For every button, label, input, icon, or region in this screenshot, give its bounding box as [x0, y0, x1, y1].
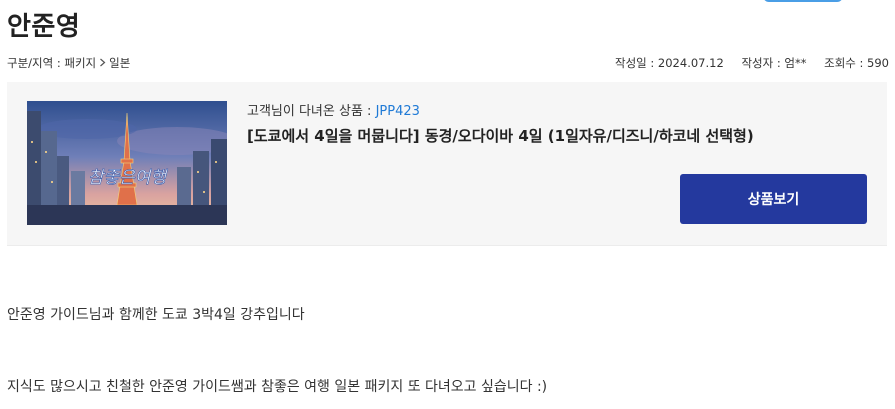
product-card: 참좋은여행 고객님이 다녀온 상품 : JPP423 [도쿄에서 4일을 머뭅니…	[7, 82, 887, 246]
product-label: 고객님이 다녀온 상품 : JPP423	[247, 100, 420, 119]
chevron-right-icon	[99, 56, 106, 70]
product-title[interactable]: [도쿄에서 4일을 머뭅니다] 동경/오다이바 4일 (1일자유/디즈니/하코네…	[247, 125, 754, 146]
post-info: 작성일 : 2024.07.12 작성자 : 엄** 조회수 : 590	[601, 55, 889, 71]
product-thumbnail[interactable]: 참좋은여행	[27, 101, 227, 225]
post-author: 작성자 : 엄**	[741, 56, 807, 70]
breadcrumb: 구분/지역 : 패키지 일본	[7, 55, 130, 71]
page-title: 안준영	[7, 12, 81, 42]
brand-watermark: 참좋은여행	[88, 168, 169, 188]
post-meta-row: 구분/지역 : 패키지 일본 작성일 : 2024.07.12 작성자 : 엄**…	[7, 55, 889, 71]
review-paragraph: 안준영 가이드님과 함께한 도쿄 3박4일 강추입니다	[7, 307, 305, 323]
review-paragraph: 지식도 많으시고 친철한 안준영 가이드쌤과 참좋은 여행 일본 패키지 또 다…	[7, 379, 548, 395]
breadcrumb-category: 구분/지역 : 패키지	[7, 56, 97, 70]
post-date: 작성일 : 2024.07.12	[615, 56, 724, 70]
product-code[interactable]: JPP423	[376, 104, 420, 119]
breadcrumb-region[interactable]: 일본	[109, 56, 130, 70]
post-views: 조회수 : 590	[824, 56, 889, 70]
view-product-button[interactable]: 상품보기	[680, 174, 867, 224]
product-label-prefix: 고객님이 다녀온 상품 :	[247, 104, 376, 119]
top-accent-bar	[763, 0, 843, 2]
